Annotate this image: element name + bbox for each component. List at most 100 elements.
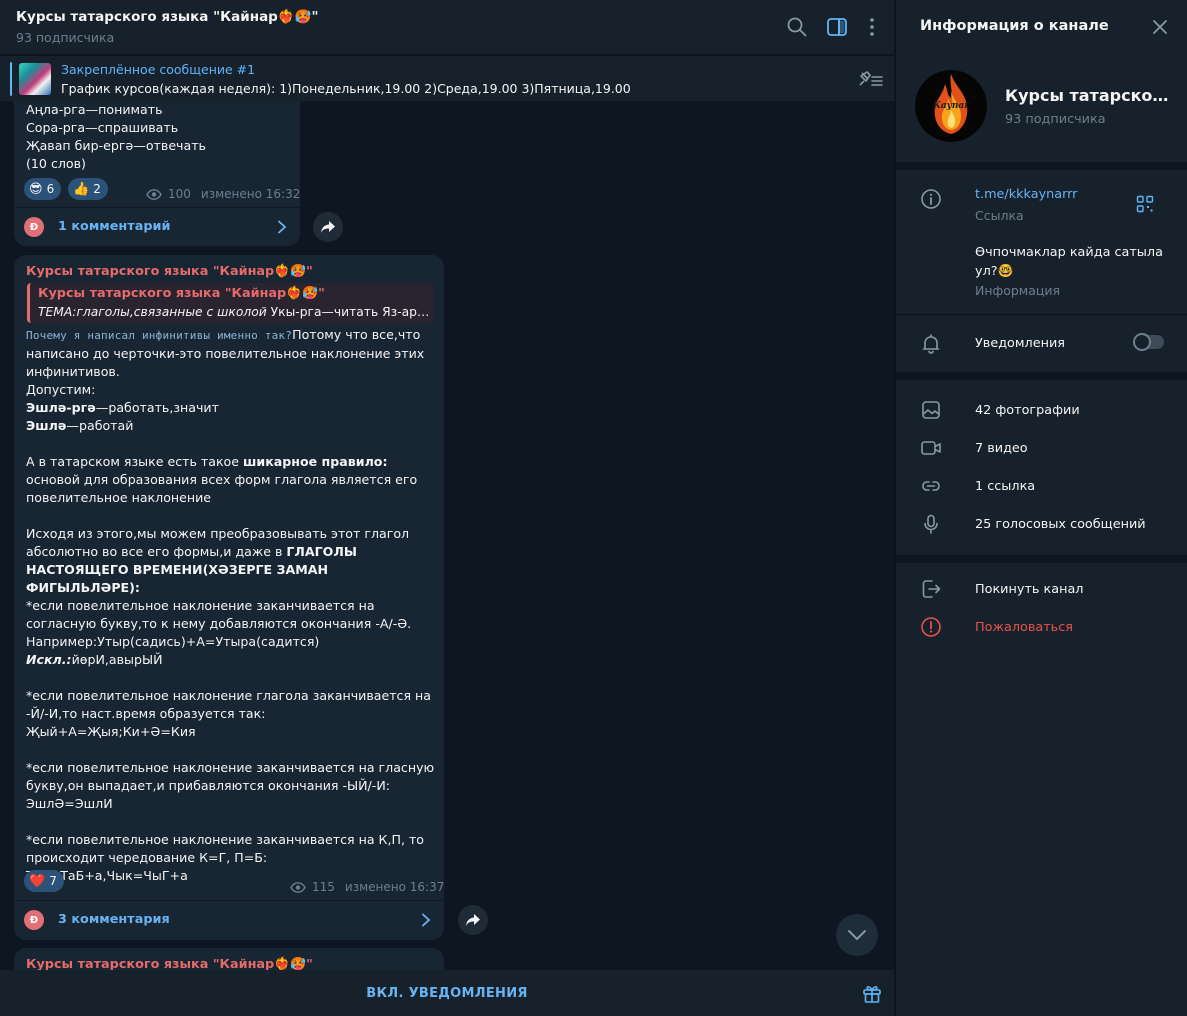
pin-list-icon[interactable] [856,69,884,89]
bold-text: Искл.: [26,652,72,667]
channel-name: Курсы татарского языка "Кайнар❤️‍🔥🥵" [1005,86,1175,105]
chat-subscribers: 93 подписчика [16,30,115,45]
message-line: (10 слов) [26,156,86,171]
chat-header: Курсы татарского языка "Кайнар❤️‍🔥🥵" 93 … [0,0,894,54]
message-paragraph: Җый+А=Җыя;Ки+Ә=Кия [26,724,196,739]
enable-notifications-button[interactable]: ВКЛ. УВЕДОМЛЕНИЯ [0,970,894,1016]
chat-title[interactable]: Курсы татарского языка "Кайнар❤️‍🔥🥵" [16,9,319,25]
message-meta: 100 изменено 16:32 [146,187,300,201]
message-text: Почему я написал инфинитивы именно так?П… [26,326,436,885]
section-divider [896,372,1187,380]
pinned-title: Закреплённое сообщение #1 [61,62,256,77]
forward-icon [321,221,335,233]
avatar-logo-text: Kaynar [933,101,969,111]
section-divider [896,162,1187,170]
reaction-count: 2 [93,182,101,196]
leave-channel-button[interactable]: Покинуть канал [975,582,1083,597]
message-author[interactable]: Курсы татарского языка "Кайнар❤️‍🔥🥵" [26,264,313,279]
message-text: Аңла-рга—понимать Сора-рга—спрашивать Җа… [26,101,296,173]
message-line: Аңла-рга—понимать [26,102,163,117]
eye-icon [146,188,162,200]
edited-time: изменено 16:32 [200,187,301,201]
bell-icon [922,334,940,354]
pinned-indicator [10,62,12,96]
media-videos[interactable]: 7 видео [975,441,1028,456]
reaction-count: 6 [46,182,55,196]
qr-code-icon[interactable] [1136,195,1154,213]
gift-icon[interactable] [861,982,883,1004]
message-bubble: Курсы татарского языка "Кайнар❤️‍🔥🥵" Кур… [14,255,444,940]
view-count: 115 [312,880,335,894]
message-meta: 115 изменено 16:37 [290,880,444,894]
pinned-thumbnail [19,63,51,95]
reaction-cool[interactable]: 😎 6 [24,178,62,200]
message-span: А в татарском языке есть такое [26,454,244,469]
message-paragraph: А в татарском языке есть такое шикарное … [26,453,436,507]
report-icon [921,617,941,637]
comments-link[interactable]: Ð 1 комментарий [14,207,300,245]
leave-icon [922,580,941,598]
comments-count: 1 комментарий [58,219,171,234]
media-links[interactable]: 1 ссылка [975,479,1035,494]
reply-quote[interactable]: Курсы татарского языка "Кайнар❤️‍🔥🥵" ТЕМ… [27,283,434,323]
message-line: Җавап бир-ергә—отвечать [26,138,206,153]
photo-icon [922,401,940,419]
forward-icon [466,914,480,926]
close-icon[interactable] [1151,18,1169,36]
channel-info-panel: Информация о канале Kaynar Курсы татарск… [895,0,1187,1016]
message-paragraph: Например:Утыр(садись)+А=Утыра(садится) [26,634,320,649]
message-paragraph: *если повелительное наклонение заканчива… [26,760,435,793]
message-paragraph: *если повелительное наклонение глагола з… [26,688,432,721]
scroll-down-button[interactable] [836,914,878,956]
quote-text: ТЕМА:глаголы,связанные с школой Укы-рга—… [38,305,430,319]
comments-link[interactable]: Ð 3 комментария [14,900,444,938]
bold-text: Эшлә-ргә [26,400,96,415]
search-icon[interactable] [785,15,809,39]
notifications-label: Уведомления [975,336,1065,351]
reaction-heart[interactable]: ❤️ 7 [24,870,64,892]
chevron-right-icon [422,913,431,927]
media-voice-messages[interactable]: 25 голосовых сообщений [975,517,1146,532]
mono-text: Почему я написал инфинитивы именно так? [26,329,293,342]
view-count: 100 [168,187,191,201]
message-span: основой для образования всех форм глагол… [26,472,418,505]
channel-avatar[interactable]: Kaynar [915,70,987,142]
chat-area: Аңла-рга—понимать Сора-рга—спрашивать Җа… [0,0,894,1016]
message-paragraph: Искл.:йөрИ,авырЫЙ [26,651,436,669]
reaction-emoji: 😎 [29,181,43,197]
bottom-bar: ВКЛ. УВЕДОМЛЕНИЯ [0,970,894,1016]
reaction-thumbs-up[interactable]: 👍 2 [68,178,108,200]
more-vertical-icon[interactable] [860,15,884,39]
message-line: Сора-рга—спрашивать [26,120,179,135]
microphone-icon [924,514,938,534]
message-paragraph: *если повелительное наклонение заканчива… [26,832,425,865]
info-icon [921,189,941,209]
report-button[interactable]: Пожаловаться [975,620,1073,635]
message-paragraph: Исходя из этого,мы можем преобразовывать… [26,525,436,597]
message-span: йөрИ,авырЫЙ [71,652,163,667]
comment-avatar: Ð [24,217,44,237]
quote-text-rest: Укы-рга—читать Яз-арга—... [270,305,430,319]
message-paragraph: ЭшлӘ=ЭшлИ [26,796,113,811]
section-divider [896,555,1187,563]
comment-avatar: Ð [24,910,44,930]
channel-description-label: Информация [975,283,1061,298]
link-icon [922,481,940,491]
toggle-knob [1133,333,1151,351]
chevron-right-icon [278,220,287,234]
info-panel-title: Информация о канале [920,18,1109,34]
quote-author: Курсы татарского языка "Кайнар❤️‍🔥🥵" [38,286,325,301]
share-button[interactable] [458,905,488,935]
reaction-emoji: 👍 [73,181,90,197]
share-button[interactable] [313,212,343,242]
reaction-count: 7 [49,874,57,888]
notifications-toggle[interactable] [1133,333,1164,351]
message-span: —работать,значит [95,400,219,415]
media-photos[interactable]: 42 фотографии [975,403,1080,418]
bold-text: шикарное правило: [243,454,388,469]
channel-link-label: Ссылка [975,208,1024,223]
pinned-message-bar[interactable]: Закреплённое сообщение #1 График курсов(… [0,55,894,101]
sidebar-toggle-icon[interactable] [825,15,849,39]
quote-text-italic: ТЕМА:глаголы,связанные с школой [38,305,267,319]
channel-link[interactable]: t.me/kkkaynarrr [975,187,1077,202]
